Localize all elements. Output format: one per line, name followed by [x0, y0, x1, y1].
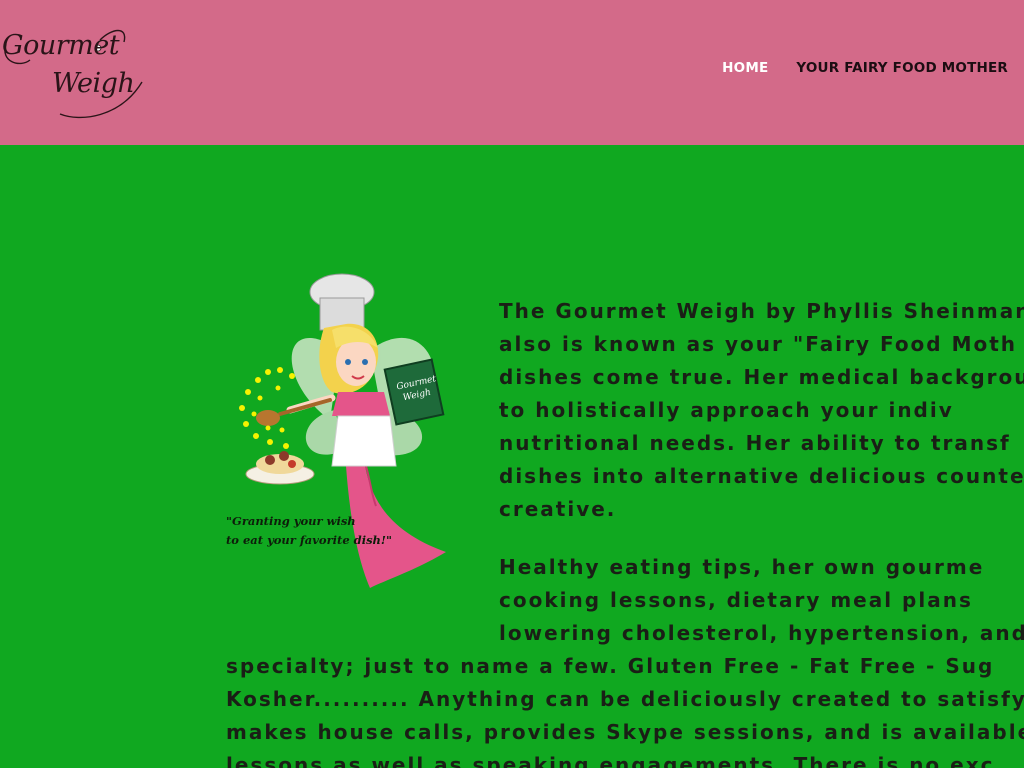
intro-line: dishes come true. Her medical backgroun [499, 365, 1024, 389]
intro-line: also is known as your "Fairy Food Moth [499, 332, 1018, 356]
intro-line: The Gourmet Weigh by Phyllis Sheinman [499, 299, 1024, 323]
intro-line: nutritional needs. Her ability to transf [499, 431, 1011, 455]
services-line: lessons as well as speaking engagements.… [226, 753, 995, 768]
intro-line: dishes into alternative delicious counte… [499, 464, 1024, 488]
services-line: Kosher.......... Anything can be delicio… [226, 687, 1024, 711]
intro-copy: The Gourmet Weigh by Phyllis Sheinman al… [0, 0, 1024, 768]
services-line: specialty; just to name a few. Gluten Fr… [226, 654, 995, 678]
intro-line: creative. [499, 497, 617, 521]
services-line: Healthy eating tips, her own gourme [499, 555, 985, 579]
services-line: makes house calls, provides Skype sessio… [226, 720, 1024, 744]
services-line: cooking lessons, dietary meal plans [499, 588, 973, 612]
services-line: lowering cholesterol, hypertension, and [499, 621, 1024, 645]
intro-line: to holistically approach your indiv [499, 398, 954, 422]
